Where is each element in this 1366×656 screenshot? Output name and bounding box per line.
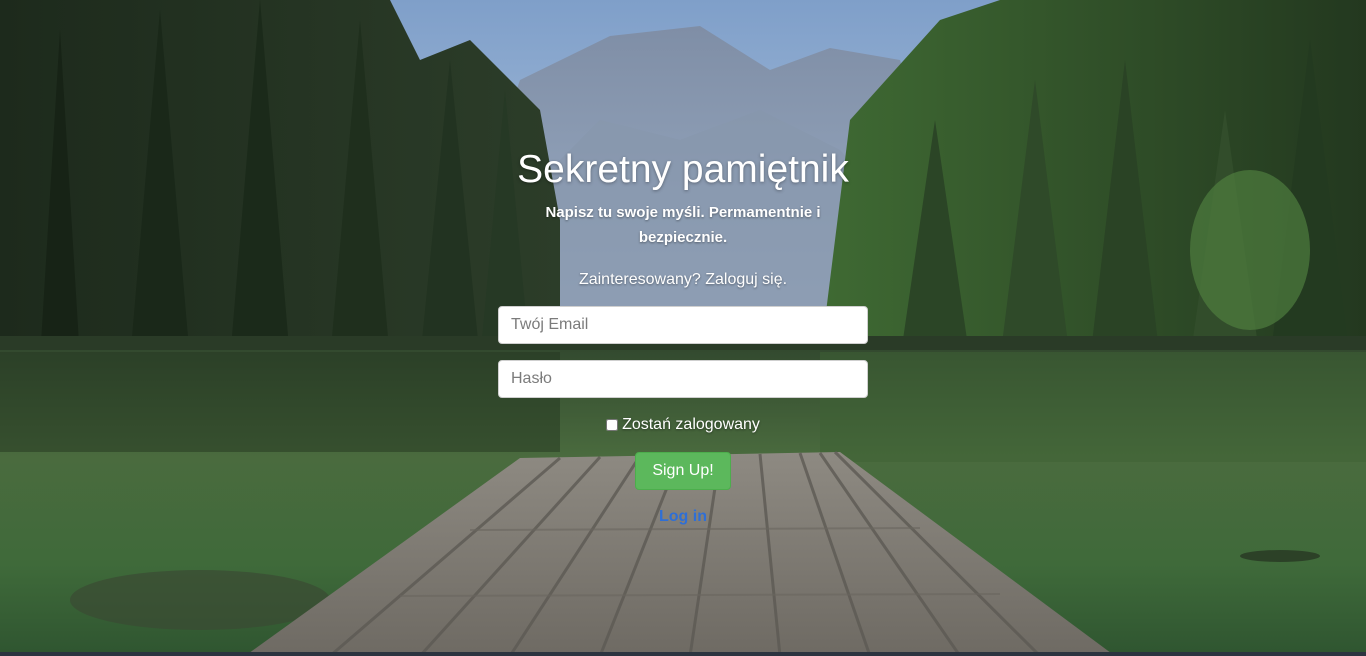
remember-me[interactable]: Zostań zalogowany	[606, 414, 760, 436]
page-subtitle: Napisz tu swoje myśli. Permamentnie i be…	[545, 204, 821, 246]
login-link[interactable]: Log in	[659, 508, 707, 526]
login-prompt: Zainteresowany? Zaloguj się.	[578, 271, 788, 288]
login-page: Sekretny pamiętnik Napisz tu swoje myśli…	[0, 0, 1366, 656]
email-input[interactable]	[498, 306, 868, 344]
remember-checkbox[interactable]	[606, 419, 619, 431]
signup-form: Zostań zalogowany Sign Up! Log in	[498, 306, 868, 526]
password-input[interactable]	[498, 360, 868, 398]
login-panel: Sekretny pamiętnik Napisz tu swoje myśli…	[498, 140, 868, 526]
page-title: Sekretny pamiętnik	[517, 148, 849, 191]
remember-label: Zostań zalogowany	[622, 416, 760, 433]
signup-button[interactable]: Sign Up!	[635, 452, 731, 490]
